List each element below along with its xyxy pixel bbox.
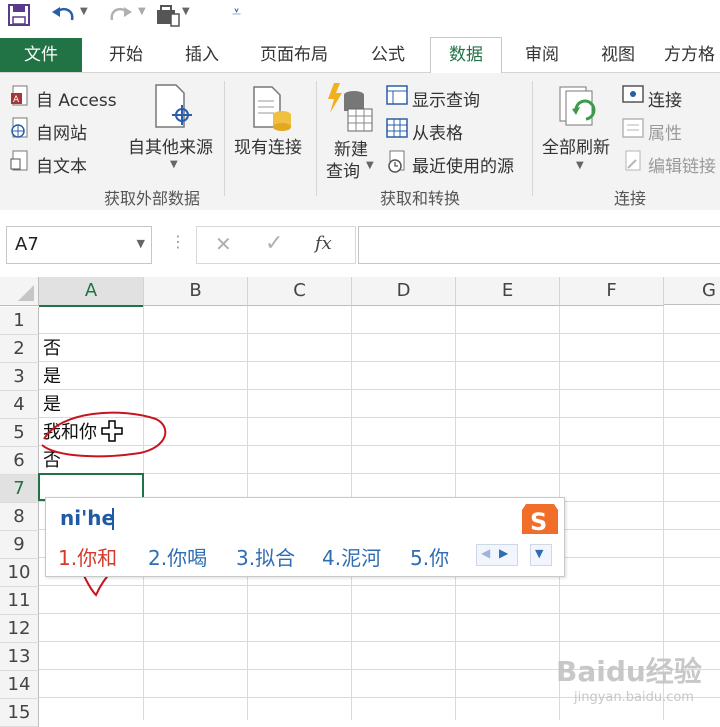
from-table-icon — [386, 118, 408, 138]
chevron-down-icon[interactable]: ▼ — [366, 160, 374, 171]
formula-input[interactable] — [358, 226, 720, 264]
tab-home[interactable]: 开始 — [92, 38, 160, 72]
tab-data[interactable]: 数据 — [430, 37, 502, 74]
ime-candidate-4[interactable]: 4.泥河 — [322, 542, 381, 571]
tab-view[interactable]: 视图 — [586, 38, 650, 72]
touch-mode-icon[interactable] — [155, 4, 181, 28]
svg-text:S: S — [530, 508, 547, 536]
other-sources-button[interactable]: 自其他来源 — [128, 133, 213, 158]
undo-icon[interactable] — [50, 4, 76, 26]
tab-formulas[interactable]: 公式 — [354, 38, 422, 72]
tab-file[interactable]: 文件 — [0, 38, 82, 72]
name-box-value: A7 — [15, 234, 39, 255]
refresh-all-icon — [559, 86, 596, 126]
formula-buttons: ✕ ✓ fx — [196, 226, 356, 264]
ribbon-data: A 自 Access 自网站 自文本 自其他来源 ▼ 现有连接 获取外部数据 新… — [0, 73, 720, 211]
chevron-down-icon[interactable]: ▼ — [138, 6, 146, 17]
new-query-button[interactable]: 查询 — [326, 157, 360, 182]
watermark-url: jingyan.baidu.com — [574, 690, 694, 705]
other-sources-icon — [155, 84, 192, 128]
tab-fangfangge[interactable]: 方方格 — [664, 38, 720, 72]
web-icon — [11, 117, 28, 138]
tab-page-layout[interactable]: 页面布局 — [246, 38, 342, 72]
name-box[interactable]: A7 ▼ — [6, 226, 152, 264]
connections-icon — [622, 85, 644, 103]
chevron-down-icon[interactable]: ▼ — [182, 6, 190, 17]
show-queries-icon — [386, 85, 408, 105]
tab-review[interactable]: 审阅 — [510, 38, 574, 72]
group-label-external-data: 获取外部数据 — [104, 189, 201, 208]
existing-connections-button[interactable]: 现有连接 — [234, 133, 302, 158]
group-label-get-transform: 获取和转换 — [380, 189, 461, 208]
ime-candidate-window: ni'he S 1.你和 2.你喝 3.拟合 4.泥河 5.你 ◀ ▶ ▼ — [45, 497, 565, 577]
access-icon: A — [11, 85, 28, 106]
ime-expand-button[interactable]: ▼ — [530, 544, 552, 566]
ribbon-tabs: 文件 开始 插入 页面布局 公式 数据 审阅 视图 方方格 — [0, 37, 720, 74]
redo-icon[interactable] — [108, 4, 134, 26]
ime-candidate-2[interactable]: 2.你喝 — [148, 542, 207, 571]
fx-icon[interactable]: fx — [315, 233, 332, 254]
save-icon[interactable] — [8, 4, 30, 26]
sogou-logo-icon: S — [522, 504, 558, 536]
ime-candidate-5[interactable]: 5.你 — [410, 542, 449, 571]
ime-page-buttons: ◀ ▶ — [476, 544, 518, 566]
from-text-button[interactable]: 自文本 — [36, 152, 87, 177]
check-icon[interactable]: ✓ — [265, 231, 283, 256]
properties-button[interactable]: 属性 — [648, 119, 682, 144]
text-caret — [112, 508, 114, 530]
chevron-down-icon[interactable]: ▼ — [576, 160, 584, 171]
recent-sources-button[interactable]: 最近使用的源 — [412, 152, 514, 177]
group-label-connections: 连接 — [614, 189, 647, 208]
chevron-down-icon[interactable]: ▼ — [170, 159, 178, 170]
chevron-down-icon[interactable]: ▼ — [137, 237, 145, 250]
ime-pinyin-input[interactable]: ni'he — [60, 506, 115, 530]
tab-insert[interactable]: 插入 — [170, 38, 234, 72]
quick-access-toolbar: ▼ ▼ ▼ ⩡ — [0, 0, 720, 34]
recent-sources-icon — [388, 150, 405, 173]
chevron-down-icon[interactable]: ▼ — [80, 6, 88, 17]
from-table-button[interactable]: 从表格 — [412, 119, 463, 144]
chevron-down-icon[interactable]: ▼ — [535, 547, 543, 560]
edit-links-icon — [625, 150, 641, 171]
customize-icon[interactable]: ⩡ — [232, 2, 241, 22]
cancel-icon[interactable]: ✕ — [215, 232, 232, 256]
from-access-button[interactable]: 自 Access — [36, 86, 117, 111]
refresh-all-button[interactable]: 全部刷新 — [542, 133, 610, 158]
page-right-icon[interactable]: ▶ — [499, 546, 508, 560]
edit-links-button[interactable]: 编辑链接 — [648, 152, 716, 177]
existing-connections-icon — [253, 86, 291, 131]
ime-candidate-3[interactable]: 3.拟合 — [236, 542, 295, 571]
formula-bar: A7 ▼ ⋮ ✕ ✓ fx — [0, 210, 720, 276]
watermark-logo: Baidu经验 — [556, 655, 702, 688]
properties-icon — [622, 118, 644, 138]
connections-button[interactable]: 连接 — [648, 86, 682, 111]
text-file-icon — [10, 150, 28, 171]
show-queries-button[interactable]: 显示查询 — [412, 86, 480, 111]
more-icon: ⋮ — [170, 232, 186, 251]
svg-text:A: A — [13, 95, 20, 105]
new-query-icon — [328, 83, 373, 132]
ime-candidate-1[interactable]: 1.你和 — [58, 542, 117, 571]
page-left-icon[interactable]: ◀ — [481, 546, 490, 560]
from-web-button[interactable]: 自网站 — [36, 119, 87, 144]
